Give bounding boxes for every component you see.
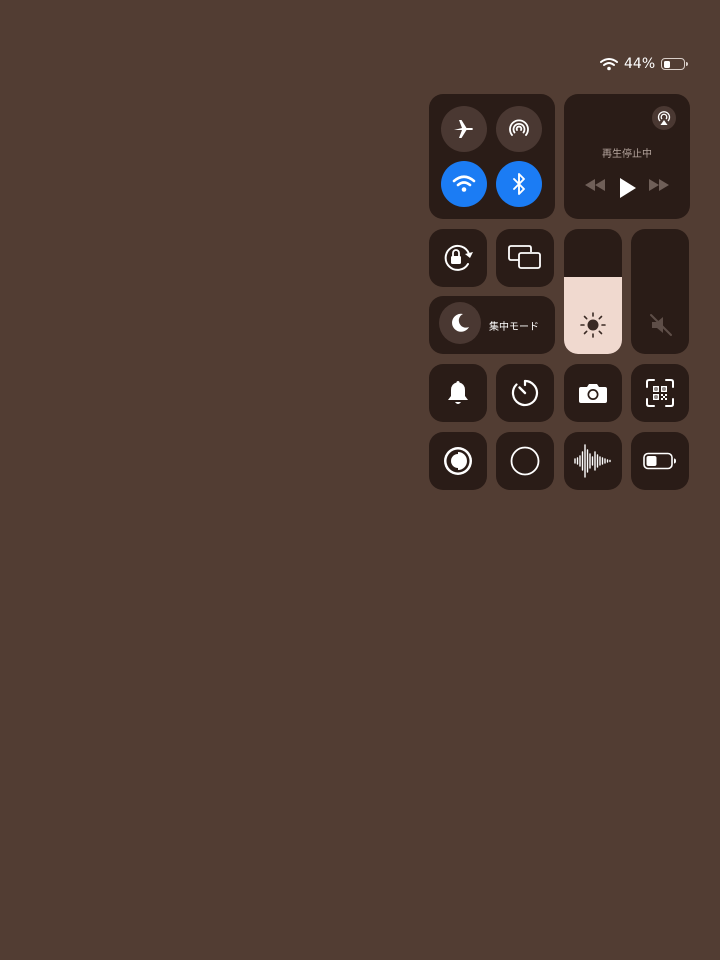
backward-icon [585, 179, 605, 191]
volume-slider[interactable] [631, 229, 689, 354]
airplay-button[interactable] [652, 106, 676, 130]
wifi-status-icon [600, 57, 618, 71]
code-scanner-button[interactable] [631, 364, 689, 422]
waveform-icon [574, 444, 611, 478]
connectivity-panel [429, 94, 555, 219]
record-icon [510, 446, 540, 476]
camera-icon [579, 384, 607, 403]
now-playing-panel[interactable]: 再生停止中 [564, 94, 690, 219]
silent-mode-button[interactable] [429, 364, 487, 422]
airdrop-icon [509, 119, 529, 136]
qr-code-icon [646, 379, 674, 407]
next-track-button[interactable] [648, 178, 670, 192]
focus-icon-circle [439, 302, 481, 344]
sun-icon [579, 311, 607, 339]
screen-mirroring-button[interactable] [496, 229, 554, 287]
focus-button[interactable]: 集中モード [429, 296, 555, 354]
bluetooth-icon [513, 173, 525, 195]
playback-status: 再生停止中 [602, 149, 652, 160]
low-power-mode-button[interactable] [631, 432, 689, 490]
rotation-lock-button[interactable] [429, 229, 487, 287]
timer-button[interactable] [496, 364, 554, 422]
play-button[interactable] [619, 177, 637, 199]
voice-memo-button[interactable] [564, 432, 622, 490]
previous-track-button[interactable] [584, 178, 606, 192]
wifi-icon [452, 175, 476, 192]
moon-icon [452, 313, 469, 332]
forward-icon [649, 179, 669, 191]
dark-mode-button[interactable] [429, 432, 487, 490]
brightness-slider[interactable] [564, 229, 622, 354]
battery-icon [661, 58, 689, 70]
appearance-icon [444, 447, 472, 475]
status-bar: 44% [600, 54, 689, 74]
speaker-muted-icon [649, 313, 673, 337]
bell-icon [448, 381, 468, 404]
camera-button[interactable] [564, 364, 622, 422]
rotation-lock-icon [444, 244, 473, 271]
airplay-icon [657, 111, 671, 125]
airdrop-button[interactable] [496, 106, 542, 152]
battery-icon [643, 452, 676, 470]
focus-label: 集中モード [489, 322, 539, 333]
timer-icon [511, 379, 539, 407]
screen-mirroring-icon [508, 245, 541, 269]
play-icon [620, 178, 636, 198]
airplane-icon [454, 120, 473, 138]
screen-recording-button[interactable] [496, 432, 554, 490]
wifi-button[interactable] [441, 161, 487, 207]
bluetooth-button[interactable] [496, 161, 542, 207]
battery-percent: 44% [624, 56, 656, 72]
airplane-mode-button[interactable] [441, 106, 487, 152]
